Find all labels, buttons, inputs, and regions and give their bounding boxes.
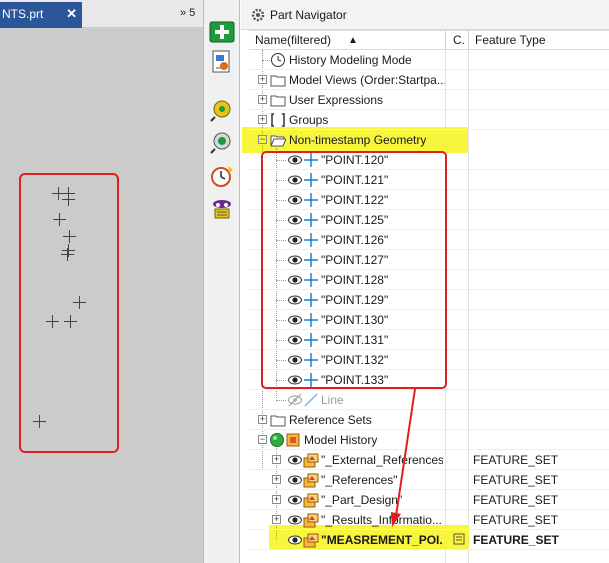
add-feature-icon[interactable] [209,20,235,44]
clock-icon [270,52,286,68]
folder-open-icon [270,132,287,148]
expand-icon[interactable]: + [272,475,281,484]
line-icon [303,392,319,408]
tree-label: "_External_References" [321,453,443,467]
tree-label: Line [321,393,344,407]
tree-row-user-expressions[interactable]: + User Expressions [249,90,609,110]
tree-label: Non-timestamp Geometry [289,133,427,147]
eye-visible-icon[interactable] [287,532,303,548]
tree-row-reference-sets[interactable]: + Reference Sets [249,410,609,430]
folder-icon [270,412,286,428]
feature-type: FEATURE_SET [473,493,559,507]
tree-row-feature-set[interactable]: + "_References" FEATURE_SET [249,470,609,490]
out-of-date-icon [453,533,465,548]
resource-bar [203,0,240,563]
tree-row-feature-set[interactable]: + "_External_References" FEATURE_SET [249,450,609,470]
tree-label: "_Part_Design" [321,493,403,507]
feature-set-icon [303,512,319,528]
history-clock-icon[interactable] [209,164,235,188]
expand-icon[interactable]: + [272,455,281,464]
feature-type: FEATURE_SET [473,533,559,547]
annotation-box-point-rows [261,151,447,389]
tree-label: Model Views (Order:Startpa... [289,73,445,87]
tree-label: "_Results_Informatio... [321,513,442,527]
eye-visible-icon[interactable] [287,472,303,488]
roles-icon[interactable] [209,196,235,220]
tree-row-feature-set[interactable]: "MEASREMENT_POI... FEATURE_SET [249,530,609,550]
tree-label: "MEASREMENT_POI... [321,533,443,547]
tree-label: Reference Sets [289,413,372,427]
feature-set-icon [303,452,319,468]
tree-row-non-timestamp-geometry[interactable]: − Non-timestamp Geometry [249,130,609,150]
feature-type: FEATURE_SET [473,513,559,527]
document-tab-bar: NTS.prt ✕ » 5 [0,0,203,28]
expand-icon[interactable]: + [272,495,281,504]
tree-row-history-mode[interactable]: History Modeling Mode [249,50,609,70]
expand-icon[interactable]: + [272,515,281,524]
folder-icon [270,72,286,88]
feature-type: FEATURE_SET [473,473,559,487]
hidden-eye-icon[interactable] [287,392,303,408]
tree-label: User Expressions [289,93,384,107]
tree-row-line[interactable]: Line [249,390,609,410]
column-header-row: Name(filtered) ▲ C. Feature Type [249,30,609,51]
collapse-icon[interactable]: − [258,135,267,144]
tree-label: History Modeling Mode [289,53,412,67]
eye-visible-icon[interactable] [287,452,303,468]
expand-icon[interactable]: + [258,415,267,424]
document-tab-label: NTS.prt [2,7,44,21]
folder-icon [270,92,286,108]
eye-visible-icon[interactable] [287,512,303,528]
feature-set-icon [303,492,319,508]
document-tab[interactable]: NTS.prt ✕ [0,2,82,28]
gear-icon[interactable] [250,7,266,23]
part-navigator-icon[interactable] [209,50,235,74]
tree-row-groups[interactable]: + Groups [249,110,609,130]
expand-icon[interactable]: + [258,75,267,84]
model-history-icon [285,432,301,448]
tree-row-model-history[interactable]: − Model History [249,430,609,450]
group-bracket-icon [270,112,286,128]
eye-visible-icon[interactable] [287,492,303,508]
close-tab-icon[interactable]: ✕ [66,6,77,22]
status-ok-icon [269,432,285,448]
tree-row-feature-set[interactable]: + "_Part_Design" FEATURE_SET [249,490,609,510]
hd3d-tools-icon[interactable] [209,130,235,154]
collapse-icon[interactable]: − [258,435,267,444]
sort-ascending-icon[interactable]: ▲ [348,35,358,46]
tree-label: Groups [289,113,329,127]
expand-icon[interactable]: + [258,115,267,124]
annotation-box-points [19,173,119,453]
feature-type: FEATURE_SET [473,453,559,467]
navigator-title: Part Navigator [270,8,347,22]
tree-row-feature-set[interactable]: + "_Results_Informatio... FEATURE_SET [249,510,609,530]
reuse-library-icon[interactable] [209,98,235,122]
feature-set-icon [303,472,319,488]
expand-icon[interactable]: + [258,95,267,104]
navigator-title-bar: Part Navigator [241,0,609,30]
graphics-window: NTS.prt ✕ » 5 [0,0,203,563]
part-navigator-panel: Part Navigator Name(filtered) ▲ C. Featu… [241,0,609,563]
navigator-tree: History Modeling Mode + Model Views (Ord… [242,50,609,563]
tab-overflow-button[interactable]: » 5 [180,7,195,19]
feature-set-icon [303,532,319,548]
tree-label: Model History [304,433,378,447]
tree-label: "_References" [321,473,398,487]
column-header-feature-type[interactable]: Feature Type [475,33,546,47]
tree-row-model-views[interactable]: + Model Views (Order:Startpa... [249,70,609,90]
column-header-c[interactable]: C. [453,33,465,47]
column-header-name[interactable]: Name(filtered) [255,33,331,47]
